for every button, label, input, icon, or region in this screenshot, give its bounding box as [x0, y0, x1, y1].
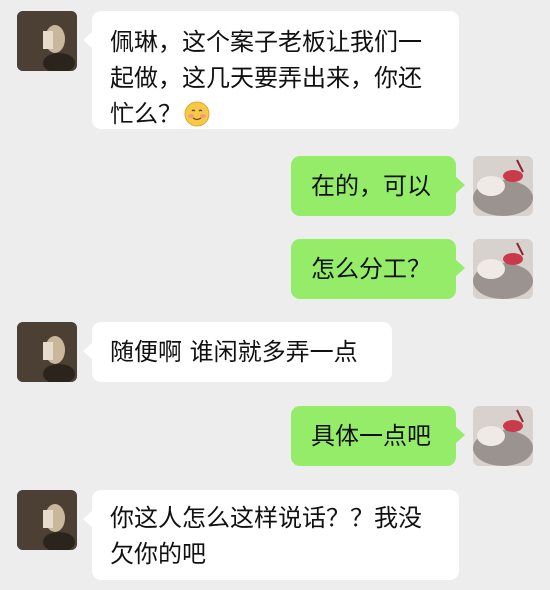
user-avatar[interactable] [473, 239, 533, 299]
message-bubble-outgoing[interactable]: 怎么分工？ [291, 239, 465, 299]
message-text: 怎么分工？ [311, 255, 431, 283]
message-bubble-incoming[interactable]: 你这人怎么这样说话？？我没欠你的吧 [83, 490, 459, 580]
user-avatar[interactable] [473, 406, 533, 466]
contact-avatar[interactable] [17, 322, 77, 382]
contact-avatar[interactable] [17, 11, 77, 71]
message-text: 佩琳，这个案子老板让我们一起做，这几天要弄出来，你还忙么？ [110, 28, 422, 128]
message-text: 具体一点吧 [311, 422, 431, 450]
message-text: 在的，可以 [311, 172, 431, 200]
message-text: 你这人怎么这样说话？？我没欠你的吧 [110, 504, 422, 568]
contact-avatar[interactable] [17, 490, 77, 550]
message-text: 随便啊 谁闲就多弄一点 [110, 338, 358, 366]
message-bubble-outgoing[interactable]: 在的，可以 [291, 156, 465, 216]
smiling-face-emoji-icon [184, 101, 210, 127]
message-bubble-incoming[interactable]: 佩琳，这个案子老板让我们一起做，这几天要弄出来，你还忙么？ [83, 11, 459, 129]
message-bubble-incoming[interactable]: 随便啊 谁闲就多弄一点 [83, 322, 392, 382]
message-bubble-outgoing[interactable]: 具体一点吧 [291, 406, 465, 466]
user-avatar[interactable] [473, 156, 533, 216]
